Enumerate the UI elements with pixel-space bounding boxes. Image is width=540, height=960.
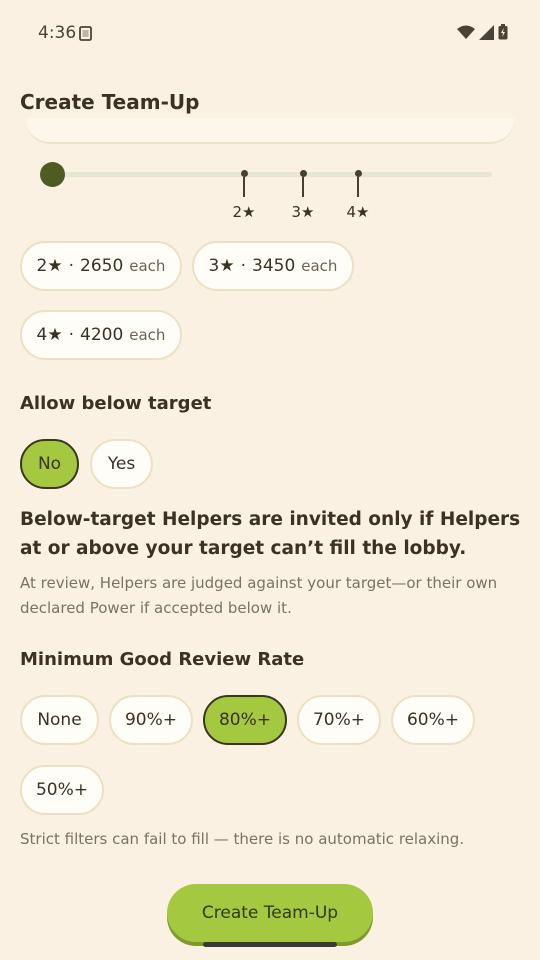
star-option-separator: ·	[68, 256, 74, 276]
slider-tick-3-star: 3★	[288, 170, 318, 221]
star-option-stars: 2★	[36, 256, 63, 276]
option-label: 50%+	[35, 780, 89, 800]
star-option-each: each	[301, 257, 338, 275]
review-rate-60[interactable]: 60%+	[391, 695, 475, 745]
tick-line	[302, 177, 304, 197]
tick-line	[243, 177, 245, 197]
star-option-amount: 3450	[252, 256, 296, 276]
page-title: Create Team-Up	[20, 90, 200, 114]
star-option-2[interactable]: 2★ · 2650 each	[20, 241, 182, 291]
battery-icon	[498, 24, 508, 40]
below-target-muted-note: At review, Helpers are judged against yo…	[20, 574, 498, 617]
option-label: Yes	[107, 454, 136, 474]
review-rate-80[interactable]: 80%+	[203, 695, 287, 745]
status-time: 4:36	[38, 23, 77, 43]
strict-filters-note: Strict filters can fail to fill — there …	[20, 830, 465, 848]
tick-dot	[354, 170, 362, 177]
slider-tick-4-star: 4★	[343, 170, 373, 221]
scrolled-card-edge	[26, 118, 514, 144]
status-icons	[457, 24, 508, 40]
wifi-icon	[457, 25, 475, 39]
status-bar: 4:36	[0, 0, 540, 68]
option-label: 70%+	[312, 710, 366, 730]
option-label: 80%+	[218, 710, 272, 730]
tick-dot	[240, 170, 248, 177]
slider-tick-2-star: 2★	[229, 170, 259, 221]
signal-icon	[479, 24, 494, 40]
review-rate-heading: Minimum Good Review Rate	[20, 649, 305, 670]
allow-below-yes-button[interactable]: Yes	[90, 439, 153, 489]
create-team-up-button[interactable]: Create Team-Up	[167, 884, 373, 942]
create-button-label: Create Team-Up	[201, 903, 339, 923]
tick-label: 4★	[346, 203, 370, 221]
star-option-separator: ·	[240, 256, 246, 276]
star-option-stars: 4★	[36, 325, 63, 345]
tick-label: 3★	[291, 203, 315, 221]
star-option-amount: 4200	[80, 325, 124, 345]
star-option-separator: ·	[68, 325, 74, 345]
option-label: No	[37, 454, 62, 474]
tick-dot	[299, 170, 307, 177]
option-label: 90%+	[124, 710, 178, 730]
review-rate-70[interactable]: 70%+	[297, 695, 381, 745]
option-label: 60%+	[406, 710, 460, 730]
review-rate-none[interactable]: None	[20, 695, 99, 745]
allow-below-target-heading: Allow below target	[20, 393, 212, 414]
below-target-bold-note: Below-target Helpers are invited only if…	[20, 509, 521, 559]
review-rate-90[interactable]: 90%+	[109, 695, 193, 745]
star-target-slider[interactable]: 2★ 3★ 4★	[40, 160, 492, 230]
star-option-each: each	[129, 257, 166, 275]
home-indicator[interactable]	[203, 942, 337, 947]
slider-thumb[interactable]	[40, 162, 65, 187]
star-option-stars: 3★	[208, 256, 235, 276]
review-rate-50[interactable]: 50%+	[20, 765, 104, 815]
star-option-each: each	[129, 326, 166, 344]
tick-line	[357, 177, 359, 197]
slider-track[interactable]	[52, 172, 492, 177]
clipboard-icon	[79, 26, 92, 41]
option-label: None	[37, 710, 82, 730]
star-option-3[interactable]: 3★ · 3450 each	[192, 241, 354, 291]
tick-label: 2★	[232, 203, 256, 221]
star-option-amount: 2650	[80, 256, 124, 276]
allow-below-no-button[interactable]: No	[20, 439, 79, 489]
star-option-4[interactable]: 4★ · 4200 each	[20, 310, 182, 360]
